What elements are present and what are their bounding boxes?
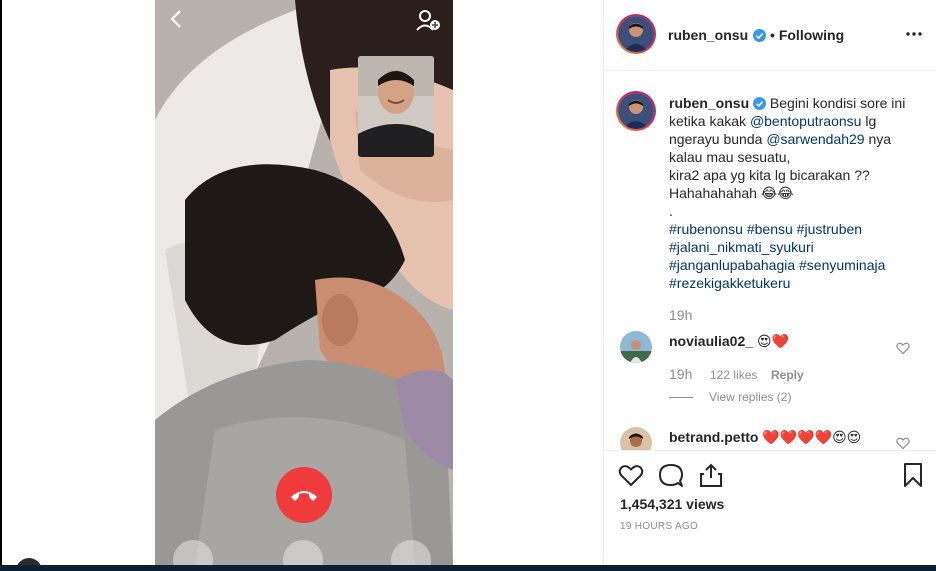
- add-user-icon[interactable]: [415, 8, 441, 32]
- hashtag-senyuminaja[interactable]: #senyuminaja: [799, 257, 885, 273]
- end-call-button[interactable]: [276, 467, 332, 523]
- commenter-avatar-image: [620, 331, 652, 363]
- self-view-image: [358, 56, 434, 157]
- more-options-icon[interactable]: [905, 26, 923, 42]
- video-call-frame[interactable]: [155, 0, 453, 565]
- post-header: ruben_onsu • Following: [604, 0, 936, 71]
- caption-username[interactable]: ruben_onsu: [669, 95, 749, 111]
- post-actions: 1,454,321 views 19 HOURS AGO: [604, 450, 936, 571]
- caption-text-line-5: kira2 apa yg kita lg bicarakan ??: [669, 167, 870, 183]
- author-avatar[interactable]: [616, 14, 656, 54]
- comment-2-clip: betrand.petto ❤️❤️❤️❤️😍😍: [604, 420, 936, 450]
- author-username[interactable]: ruben_onsu: [668, 27, 748, 43]
- commenter-2-avatar[interactable]: [620, 427, 652, 450]
- comment-bubble-icon[interactable]: [658, 462, 684, 488]
- caption-timestamp[interactable]: 19h: [669, 307, 692, 323]
- following-button[interactable]: • Following: [770, 27, 844, 43]
- view-replies-button[interactable]: View replies (2): [669, 390, 791, 404]
- caption-text-line-6: Hahahahahah 😂😂: [669, 185, 794, 201]
- comment-username[interactable]: noviaulia02_: [669, 333, 753, 349]
- caption-text-line-1: Begini kondisi sore ini: [769, 95, 906, 111]
- post-panel: ruben_onsu • Following ruben_onsu Begini…: [603, 0, 936, 571]
- back-icon[interactable]: [167, 8, 187, 30]
- author-avatar-image: [618, 16, 654, 52]
- mention-sarwendah29[interactable]: @sarwendah29: [766, 131, 864, 147]
- media-area: [0, 0, 603, 571]
- caption-text-line-3b: nya: [864, 131, 892, 147]
- caption-text-line-3a: ngerayu bunda: [669, 131, 767, 147]
- hashtag-bensu[interactable]: #bensu: [747, 221, 793, 237]
- hashtag-rezekigakketukeru[interactable]: #rezekigakketukeru: [669, 275, 790, 291]
- comment-text: 😍❤️: [756, 333, 789, 349]
- comment-2-username[interactable]: betrand.petto: [669, 429, 758, 445]
- view-replies-label: View replies (2): [709, 390, 792, 404]
- end-call-icon: [291, 491, 317, 501]
- view-count[interactable]: 1,454,321 views: [620, 496, 724, 512]
- caption-text-line-4: kalau mau sesuatu,: [669, 149, 791, 165]
- commenter-avatar[interactable]: [620, 331, 652, 363]
- reply-button[interactable]: Reply: [771, 368, 804, 382]
- self-view-thumbnail[interactable]: [358, 56, 434, 157]
- caption-text-line-2a: ketika kakak: [669, 113, 750, 129]
- like-heart-icon[interactable]: [618, 462, 644, 488]
- comment-likes[interactable]: 122 likes: [710, 368, 757, 382]
- hashtag-jalani-nikmati-syukuri[interactable]: #jalani_nikmati_syukuri: [669, 239, 814, 255]
- hashtag-justruben[interactable]: #justruben: [797, 221, 862, 237]
- posted-time[interactable]: 19 HOURS AGO: [620, 521, 698, 532]
- caption-text-line-7: .: [669, 203, 673, 219]
- verified-badge-icon: [752, 29, 766, 42]
- hashtag-rubenonsu[interactable]: #rubenonsu: [669, 221, 743, 237]
- comment-timestamp[interactable]: 19h: [669, 366, 692, 382]
- like-comment-2-heart-icon[interactable]: [896, 436, 910, 450]
- like-comment-heart-icon[interactable]: [896, 341, 910, 355]
- caption-text-line-2b: lg: [861, 113, 877, 129]
- commenter-2-avatar-image: [620, 427, 652, 450]
- taskbar-strip: [0, 565, 936, 571]
- hashtag-janganlupabahagia[interactable]: #janganlupabahagia: [669, 257, 795, 273]
- share-icon[interactable]: [698, 462, 724, 488]
- post-caption: ruben_onsu Begini kondisi sore ini ketik…: [669, 94, 924, 292]
- comment-2-body: betrand.petto ❤️❤️❤️❤️😍😍: [669, 429, 861, 446]
- save-bookmark-icon[interactable]: [900, 462, 926, 488]
- comment-body: noviaulia02_ 😍❤️: [669, 333, 789, 350]
- caption-author-avatar[interactable]: [616, 91, 656, 131]
- comment-2-text: ❤️❤️❤️❤️😍😍: [762, 429, 862, 445]
- replies-divider: [669, 396, 693, 398]
- mention-bentoputraonsu[interactable]: @bentoputraonsu: [750, 113, 862, 129]
- caption-author-avatar-image: [618, 93, 654, 129]
- caption-verified-badge-icon: [753, 97, 767, 110]
